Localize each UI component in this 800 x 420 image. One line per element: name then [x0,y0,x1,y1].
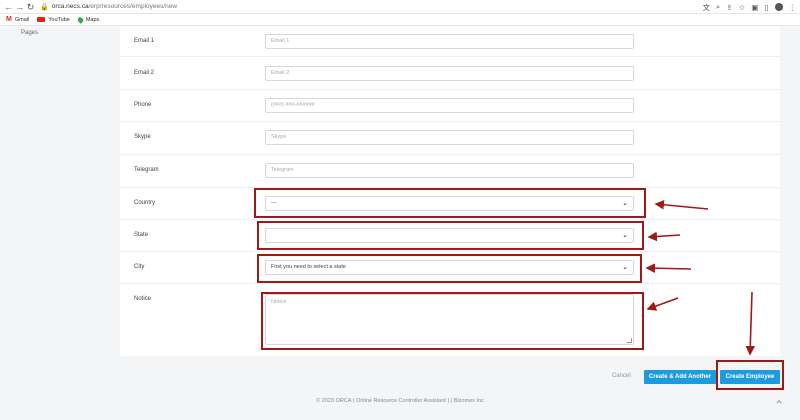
email2-input[interactable]: Email 2 [265,66,634,81]
browser-toolbar: ← → ↻ 🔒 orca.necs.ca/erp/resources/emplo… [0,0,800,14]
url-path: /erp/resources/employees/new [88,3,178,10]
email2-label: Email 2 [134,70,155,76]
bookmark-youtube[interactable]: YouTube [37,17,70,23]
telegram-label: Telegram [134,167,159,173]
address-bar[interactable]: orca.necs.ca/erp/resources/employees/new [52,3,177,10]
create-employee-button[interactable]: Create Employee [720,370,780,384]
highlight-country [254,188,646,218]
form-row-email1: Email 1 Email 1 [120,26,780,57]
lock-icon: 🔒 [40,3,49,11]
maps-icon [76,15,85,24]
translate-icon[interactable]: 文 [703,2,711,13]
star-icon[interactable]: ☆ [739,3,746,12]
cancel-button[interactable]: Cancel [612,373,631,379]
telegram-input[interactable]: Telegram [265,163,634,178]
menu-icon[interactable]: ⋮ [789,3,797,12]
bookmarks-bar: M Gmail YouTube Maps [0,14,800,26]
sidebar-item-pages[interactable]: Pages [21,30,38,36]
form-row-phone: Phone (###) ###-###### [120,90,780,122]
bookmark-label: YouTube [48,16,70,23]
state-label: State [134,232,149,238]
skype-label: Skype [134,134,151,140]
youtube-icon [37,17,46,22]
phone-label: Phone [134,102,152,108]
skype-input[interactable]: Skype [265,130,634,145]
url-domain: orca.necs.ca [51,3,89,10]
highlight-city [257,254,642,283]
reload-icon[interactable]: ↻ [25,0,36,14]
back-icon[interactable]: ← [3,0,14,14]
phone-input[interactable]: (###) ###-###### [265,98,634,113]
scroll-to-top-icon[interactable]: ⌃ [774,398,784,412]
highlight-notice [261,292,644,350]
bookmark-gmail[interactable]: M Gmail [6,16,29,23]
footer-text: © 2023 ORCA ( Online Resource Controller… [316,398,484,404]
profile-avatar-icon[interactable] [774,3,783,11]
notice-label: Notice [134,296,152,302]
gmail-icon: M [6,16,12,23]
form-row-telegram: Telegram Telegram [120,155,780,188]
extensions-icon[interactable]: ▣ [751,3,758,12]
highlight-state [257,221,644,250]
share-icon[interactable]: ⇪ [726,3,732,12]
browser-actions: 文 ⌕ ⇪ ☆ ▣ ▯ ⋮ [703,0,796,14]
form-row-skype: Skype Skype [120,122,780,155]
email1-label: Email 1 [134,38,155,44]
city-label: City [134,264,145,270]
email1-input[interactable]: Email 1 [265,34,634,49]
bookmark-label: Maps [85,16,100,23]
forward-icon[interactable]: → [14,0,25,14]
zoom-icon[interactable]: ⌕ [716,2,720,12]
bookmark-maps[interactable]: Maps [76,15,100,24]
country-label: Country [134,200,156,206]
create-add-another-button[interactable]: Create & Add Another [644,370,716,384]
bookmark-label: Gmail [14,16,30,23]
form-row-email2: Email 2 Email 2 [120,57,780,90]
sidepanel-icon[interactable]: ▯ [764,3,768,12]
